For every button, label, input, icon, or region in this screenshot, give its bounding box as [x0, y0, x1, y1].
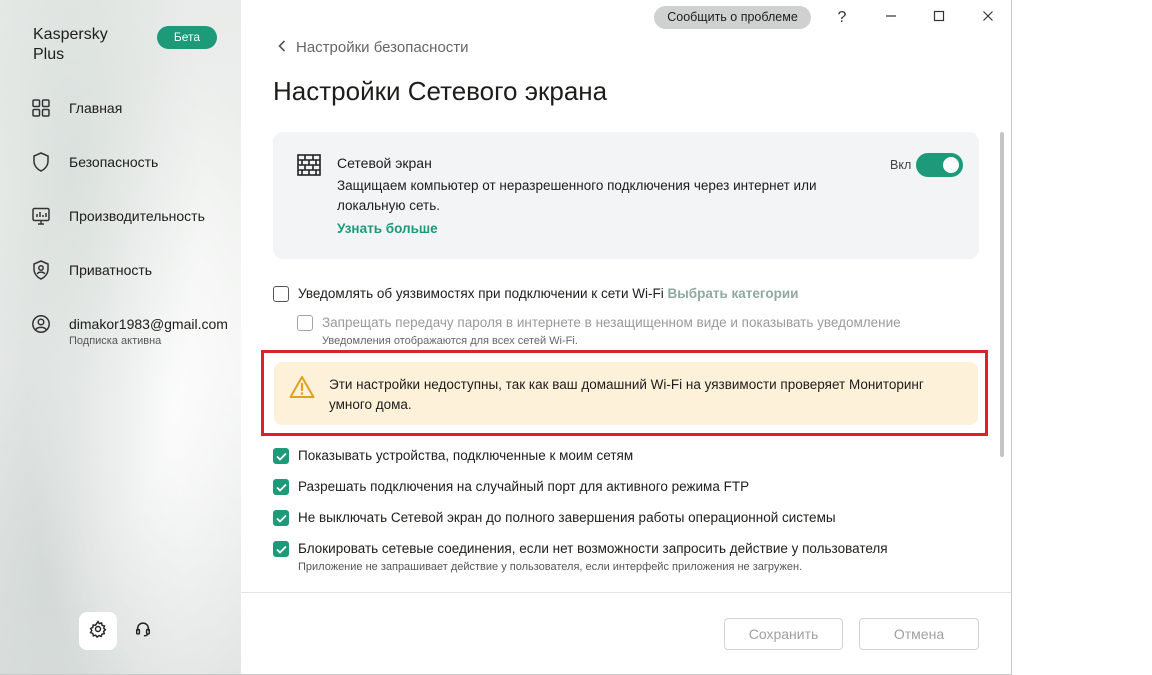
block-password-sub: Уведомления отображаются для всех сетей …: [322, 335, 578, 347]
sidebar-item-label: Производительность: [69, 208, 205, 224]
toggle-state-label: Вкл: [890, 158, 912, 172]
minimize-button[interactable]: [879, 6, 903, 30]
account-email: dimakor1983@gmail.com: [69, 316, 228, 332]
sidebar-item-home[interactable]: Главная: [30, 96, 122, 120]
maximize-button[interactable]: [927, 6, 951, 30]
sidebar: Kaspersky Plus Бета Главная Безопасность…: [0, 0, 241, 674]
sidebar-item-label: Безопасность: [69, 154, 159, 170]
sidebar-item-security[interactable]: Безопасность: [30, 150, 158, 174]
app-window: Kaspersky Plus Бета Главная Безопасность…: [0, 0, 1012, 675]
sidebar-item-account[interactable]: dimakor1983@gmail.com: [30, 312, 228, 336]
page-title: Настройки Сетевого экрана: [273, 76, 608, 106]
keep-firewall-label: Не выключать Сетевой экран до полного за…: [298, 510, 836, 525]
settings-button[interactable]: [79, 612, 117, 650]
block-connections-label: Блокировать сетевые соединения, если нет…: [298, 541, 888, 556]
wifi-notify-label: Уведомлять об уязвимостях при подключени…: [298, 285, 798, 303]
block-password-checkbox[interactable]: [297, 315, 313, 331]
subscription-status: Подписка активна: [69, 335, 162, 347]
option-ftp-port: Разрешать подключения на случайный порт …: [273, 478, 749, 496]
ftp-port-checkbox[interactable]: [273, 479, 289, 495]
headset-icon: [134, 620, 152, 643]
choose-categories-link[interactable]: Выбрать категории: [668, 286, 799, 301]
block-password-label: Запрещать передачу пароля в интернете в …: [322, 315, 901, 330]
firewall-toggle[interactable]: [916, 153, 963, 177]
close-button[interactable]: [976, 6, 1000, 30]
block-password-option: Запрещать передачу пароля в интернете в …: [297, 314, 901, 349]
breadcrumb[interactable]: Настройки безопасности: [278, 39, 469, 56]
brand-line-2: Plus: [33, 46, 65, 63]
warning-icon: [289, 375, 315, 404]
sidebar-item-performance[interactable]: Производительность: [30, 204, 205, 228]
report-problem-button[interactable]: Сообщить о проблеме: [654, 6, 811, 29]
ftp-port-label: Разрешать подключения на случайный порт …: [298, 479, 750, 494]
show-devices-label: Показывать устройства, подключенные к мо…: [298, 448, 634, 463]
footer-divider: [241, 592, 1011, 593]
brand-line-1: Kaspersky: [33, 26, 108, 43]
show-devices-checkbox[interactable]: [273, 448, 289, 464]
block-connections-sub: Приложение не запрашивает действие у пол…: [298, 561, 803, 573]
performance-icon: [30, 205, 52, 227]
support-button[interactable]: [124, 612, 162, 650]
keep-firewall-checkbox[interactable]: [273, 510, 289, 526]
save-button[interactable]: Сохранить: [724, 618, 843, 650]
shield-icon: [30, 151, 52, 173]
minimize-icon: [885, 9, 897, 27]
toggle-knob: [943, 157, 959, 173]
breadcrumb-label: Настройки безопасности: [296, 39, 469, 56]
block-connections-checkbox[interactable]: [273, 541, 289, 557]
user-icon: [30, 313, 52, 335]
sidebar-item-label: Главная: [69, 100, 123, 116]
sidebar-item-privacy[interactable]: Приватность: [30, 258, 152, 282]
sidebar-item-label: Приватность: [69, 262, 153, 278]
option-keep-firewall: Не выключать Сетевой экран до полного за…: [273, 509, 836, 527]
firewall-title: Сетевой экран: [337, 155, 432, 171]
firewall-description: Защищаем компьютер от неразрешенного под…: [337, 178, 817, 213]
option-show-devices: Показывать устройства, подключенные к мо…: [273, 447, 633, 465]
wifi-notify-option: Уведомлять об уязвимостях при подключени…: [273, 285, 798, 303]
chevron-left-icon: [278, 39, 286, 56]
learn-more-link[interactable]: Узнать больше: [337, 221, 438, 236]
maximize-icon: [933, 9, 945, 27]
gear-icon: [89, 619, 107, 643]
privacy-icon: [30, 259, 52, 281]
beta-badge: Бета: [157, 26, 217, 49]
dashboard-icon: [30, 97, 52, 119]
firewall-card: Сетевой экран Защищаем компьютер от нера…: [273, 132, 979, 259]
cancel-button[interactable]: Отмена: [859, 618, 979, 650]
firewall-icon: [297, 154, 321, 181]
close-icon: [982, 9, 994, 27]
wifi-notify-checkbox[interactable]: [273, 286, 289, 302]
help-button[interactable]: ?: [830, 6, 854, 30]
brand-logo: Kaspersky Plus: [33, 25, 108, 65]
wifi-notify-text: Уведомлять об уязвимостях при подключени…: [298, 286, 664, 301]
warning-text: Эти настройки недоступны, так как ваш до…: [329, 377, 924, 412]
warning-banner: Эти настройки недоступны, так как ваш до…: [274, 362, 978, 425]
option-block-connections: Блокировать сетевые соединения, если нет…: [273, 540, 888, 575]
scrollbar[interactable]: [1000, 132, 1004, 457]
